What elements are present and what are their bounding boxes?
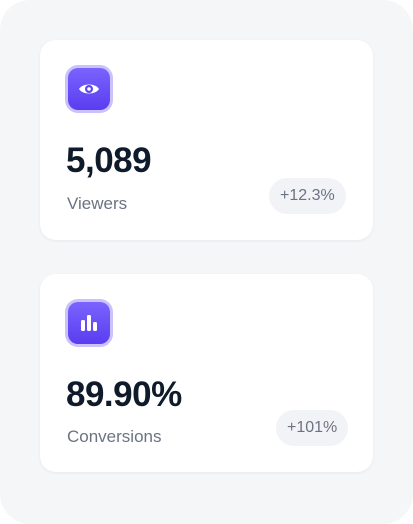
stat-card-viewers: 5,089 Viewers +12.3% [40, 40, 373, 240]
conversions-value: 89.90% [66, 375, 182, 414]
stat-card-conversions: 89.90% Conversions +101% [40, 274, 373, 472]
eye-icon [79, 84, 99, 94]
conversions-label: Conversions [67, 427, 162, 446]
viewers-icon-tile [65, 65, 113, 113]
viewers-label: Viewers [67, 194, 128, 213]
conversions-icon-tile [65, 299, 113, 347]
bar-chart-icon [81, 315, 97, 331]
conversions-change-badge: +101% [276, 410, 349, 446]
viewers-value: 5,089 [66, 141, 152, 180]
stats-panel: 5,089 Viewers +12.3% 89.90% Conversions … [0, 0, 413, 524]
viewers-change-badge: +12.3% [269, 178, 346, 214]
